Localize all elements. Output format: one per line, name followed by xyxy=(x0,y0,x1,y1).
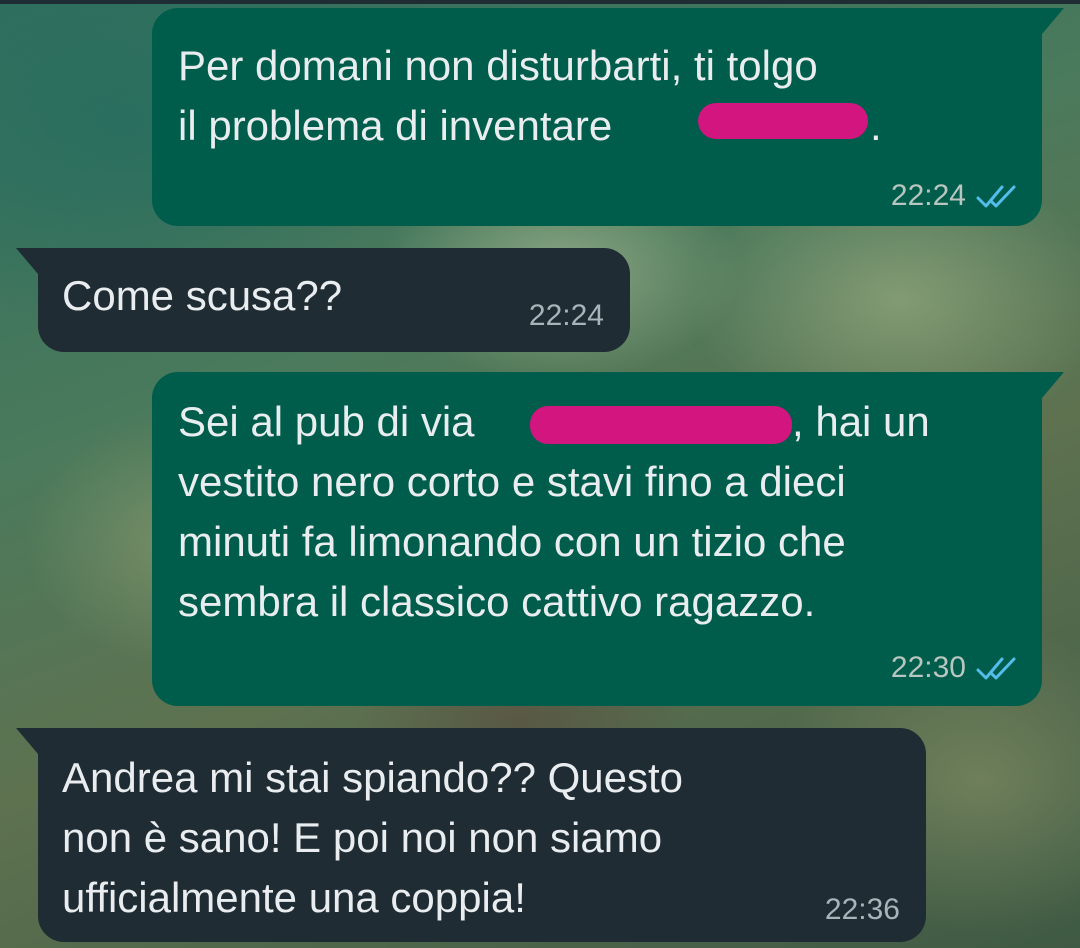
message-text: vestito nero corto e stavi fino a dieci … xyxy=(178,458,846,625)
message-time: 22:30 xyxy=(890,651,966,684)
redaction-mark xyxy=(530,406,792,444)
message-text-prefix: Sei al pub di via xyxy=(178,398,475,445)
message-bubble-incoming[interactable]: Come scusa?? 22:24 xyxy=(16,248,630,352)
message-text: Come scusa?? xyxy=(62,272,343,319)
message-bubble-outgoing[interactable]: Sei al pub di via , hai un vestito nero … xyxy=(152,372,1064,706)
message-meta: 22:24 xyxy=(891,178,1018,214)
message-meta: 22:30 xyxy=(891,650,1018,686)
message-bubble-outgoing[interactable]: Per domani non disturbarti, ti tolgo il … xyxy=(152,8,1064,226)
message-text: Andrea mi stai spiando?? Questo non è sa… xyxy=(62,754,684,921)
double-check-read-icon xyxy=(976,184,1018,208)
message-time: 22:24 xyxy=(890,179,966,212)
message-time: 22:36 xyxy=(824,893,900,926)
double-check-read-icon xyxy=(976,656,1018,680)
message-text-suffix: , hai un xyxy=(792,398,930,445)
message-time: 22:24 xyxy=(528,299,604,332)
top-divider xyxy=(0,0,1080,4)
message-meta: 22:36 xyxy=(825,892,900,928)
redaction-mark xyxy=(698,103,868,139)
message-bubble-incoming[interactable]: Andrea mi stai spiando?? Questo non è sa… xyxy=(16,728,926,942)
message-meta: 22:24 xyxy=(529,298,604,334)
message-text-suffix: . xyxy=(870,102,882,149)
